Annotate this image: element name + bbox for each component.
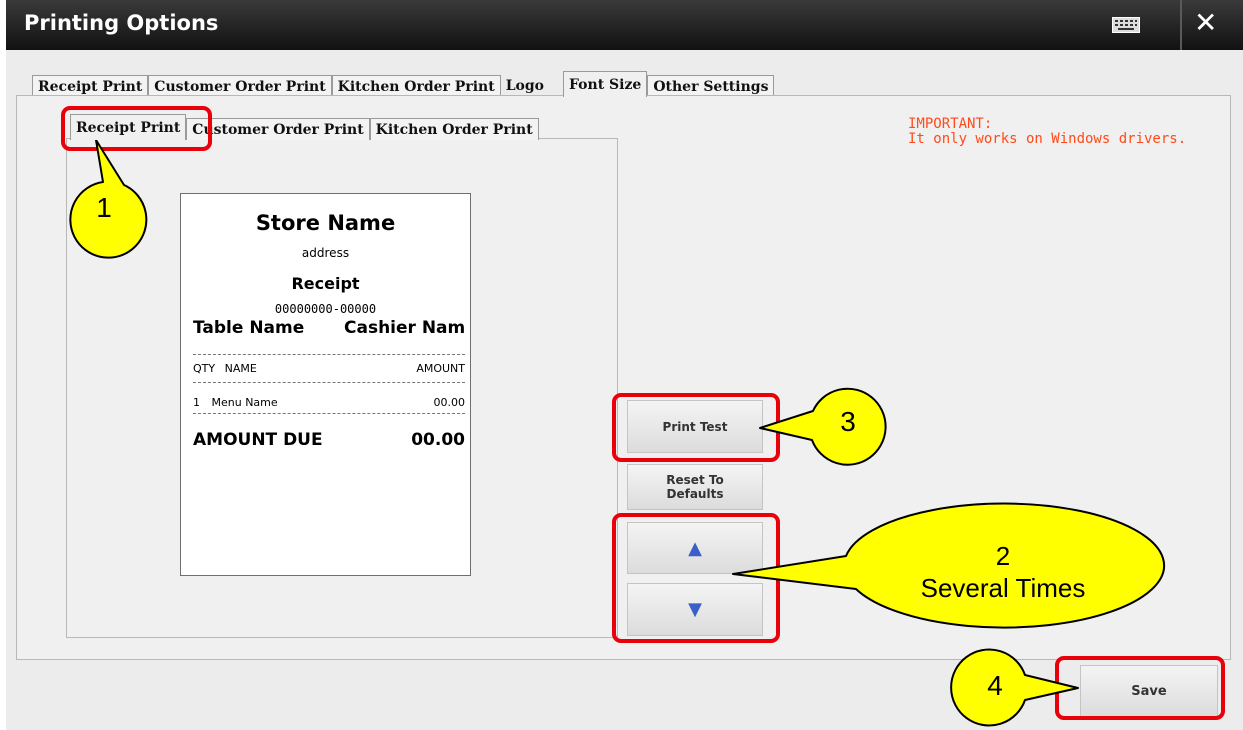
callout-4-label: 4 [987,670,1003,701]
callout-2-label: 2 Several Times [868,540,1138,604]
callout-2-number: 2 [995,541,1011,571]
callout-1-label: 1 [96,192,112,223]
subtab-receipt-print[interactable]: Receipt Print [70,114,187,140]
callout-overlay [69,139,1166,727]
callout-2-text: Several Times [920,573,1086,603]
callout-3-label: 3 [840,406,856,437]
tab-font-size[interactable]: Font Size [563,71,648,97]
